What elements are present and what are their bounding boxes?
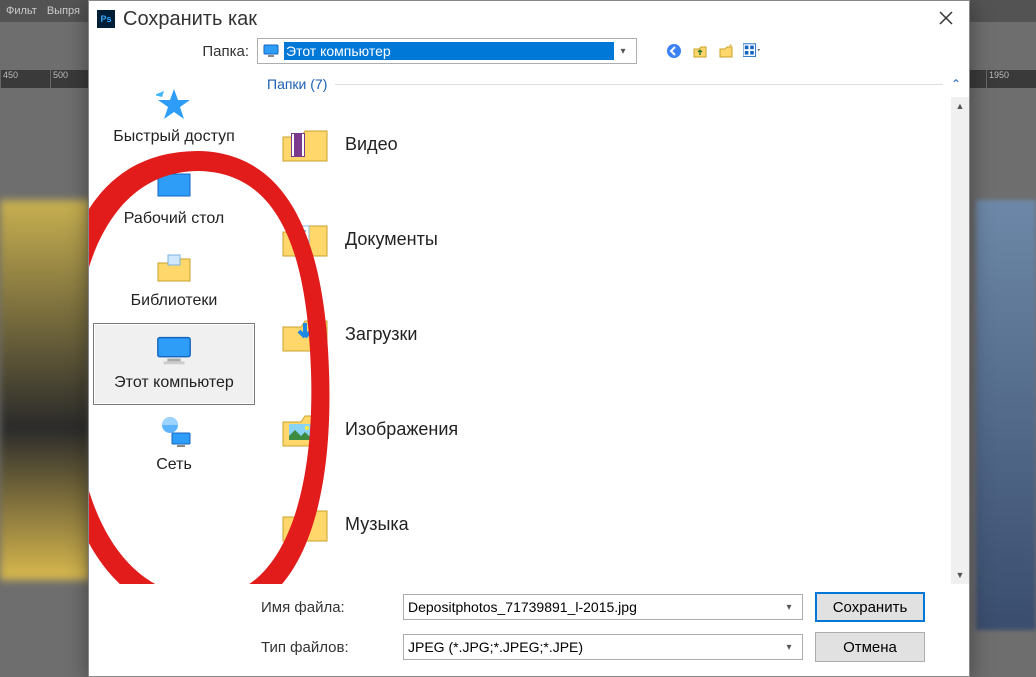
dialog-footer: Имя файла: Depositphotos_71739891_l-2015…: [89, 584, 969, 676]
places-label: Библиотеки: [131, 292, 218, 310]
dialog-toolbar: Папка: Этот компьютер ▾: [89, 37, 969, 71]
places-network[interactable]: Сеть: [89, 405, 259, 487]
folder-music[interactable]: Музыка: [259, 477, 969, 572]
downloads-folder-icon: [279, 309, 331, 361]
filetype-label: Тип файлов:: [261, 639, 391, 656]
folder-label: Музыка: [345, 514, 409, 535]
photoshop-app-icon: Ps: [97, 10, 115, 28]
folder-dropdown-label: Папка:: [97, 43, 257, 60]
filetype-dropdown[interactable]: JPEG (*.JPG;*.JPEG;*.JPE) ▾: [403, 634, 803, 660]
filename-value: Depositphotos_71739891_l-2015.jpg: [408, 599, 780, 615]
places-quick-access[interactable]: Быстрый доступ: [89, 77, 259, 159]
menu-item[interactable]: Выпря: [47, 5, 80, 17]
scroll-down-icon[interactable]: ▼: [951, 566, 969, 584]
view-menu-button[interactable]: [743, 42, 761, 60]
star-icon: [154, 86, 194, 122]
back-button[interactable]: [665, 42, 683, 60]
folder-group-header[interactable]: Папки (7) ⌃: [259, 71, 969, 97]
this-pc-icon: [262, 42, 280, 60]
vertical-scrollbar[interactable]: ▲ ▼: [951, 97, 969, 584]
filename-input[interactable]: Depositphotos_71739891_l-2015.jpg ▾: [403, 594, 803, 620]
this-pc-icon: [154, 332, 194, 368]
close-icon: [939, 9, 953, 30]
libraries-icon: [154, 250, 194, 286]
file-list[interactable]: Видео Документы Загрузки: [259, 97, 969, 584]
places-label: Рабочий стол: [124, 210, 224, 228]
dialog-titlebar: Ps Сохранить как: [89, 1, 969, 37]
places-libraries[interactable]: Библиотеки: [89, 241, 259, 323]
places-label: Сеть: [156, 456, 192, 474]
places-bar: Быстрый доступ Рабочий стол Библиотеки Э…: [89, 71, 259, 584]
folder-label: Документы: [345, 229, 438, 250]
folder-videos[interactable]: Видео: [259, 97, 969, 192]
chevron-down-icon: ▾: [780, 642, 798, 653]
scroll-up-icon[interactable]: ▲: [951, 97, 969, 115]
chevron-down-icon: ▾: [614, 46, 632, 57]
music-folder-icon: [279, 499, 331, 551]
folder-label: Видео: [345, 134, 398, 155]
file-list-pane: Папки (7) ⌃ Видео Документы: [259, 71, 969, 584]
filename-label: Имя файла:: [261, 599, 391, 616]
folder-downloads[interactable]: Загрузки: [259, 287, 969, 382]
network-icon: [154, 414, 194, 450]
menu-item[interactable]: Фильт: [6, 5, 37, 17]
places-label: Этот компьютер: [114, 374, 234, 392]
dialog-title: Сохранить как: [123, 8, 931, 31]
save-as-dialog: Ps Сохранить как Папка: Этот компьютер ▾: [88, 0, 970, 677]
filetype-value: JPEG (*.JPG;*.JPEG;*.JPE): [408, 639, 780, 655]
places-label: Быстрый доступ: [113, 128, 235, 146]
folder-label: Изображения: [345, 419, 458, 440]
cancel-button[interactable]: Отмена: [815, 632, 925, 662]
folder-dropdown[interactable]: Этот компьютер ▾: [257, 38, 637, 64]
close-button[interactable]: [931, 4, 961, 34]
folder-pictures[interactable]: Изображения: [259, 382, 969, 477]
documents-folder-icon: [279, 214, 331, 266]
video-folder-icon: [279, 119, 331, 171]
places-desktop[interactable]: Рабочий стол: [89, 159, 259, 241]
desktop-icon: [154, 168, 194, 204]
folder-documents[interactable]: Документы: [259, 192, 969, 287]
save-button[interactable]: Сохранить: [815, 592, 925, 622]
group-header-label: Папки (7): [267, 76, 327, 92]
scroll-track[interactable]: [951, 115, 969, 566]
canvas-edge: [976, 200, 1036, 630]
pictures-folder-icon: [279, 404, 331, 456]
collapse-chevron-icon[interactable]: ⌃: [951, 77, 961, 91]
up-one-level-button[interactable]: [691, 42, 709, 60]
folder-dropdown-value: Этот компьютер: [284, 42, 614, 60]
canvas-edge: [0, 200, 90, 580]
new-folder-button[interactable]: [717, 42, 735, 60]
places-this-pc[interactable]: Этот компьютер: [93, 323, 255, 405]
folder-label: Загрузки: [345, 324, 417, 345]
chevron-down-icon: ▾: [780, 602, 798, 613]
